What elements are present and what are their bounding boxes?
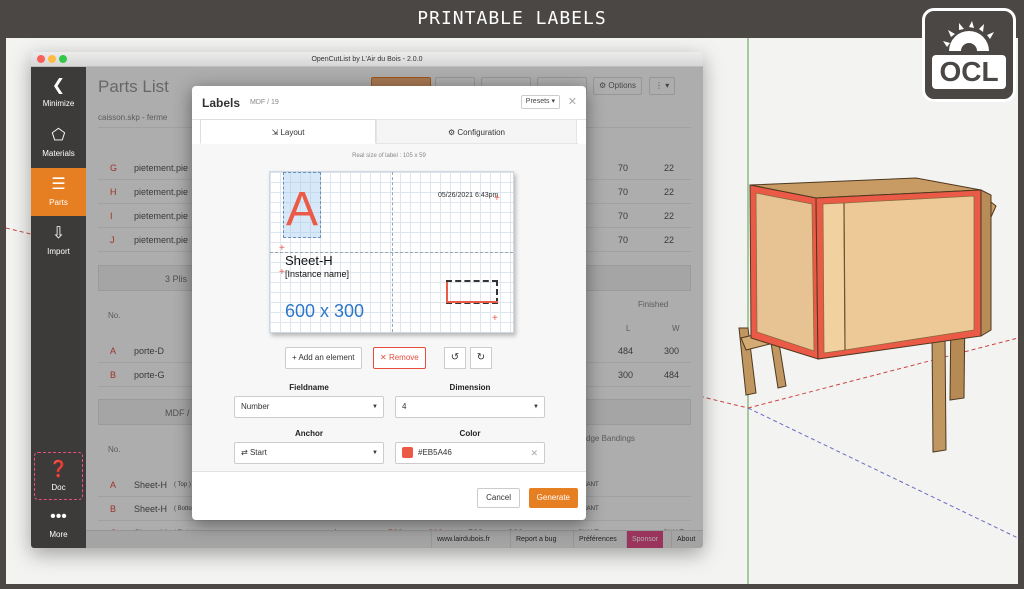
caret-down-icon: ▼ <box>533 404 539 410</box>
remove-element-button[interactable]: ✕ Remove <box>373 347 426 369</box>
button-label: Add an element <box>298 353 355 362</box>
dimension-select[interactable]: 4 ▼ <box>395 396 545 418</box>
clear-icon[interactable]: ✕ <box>530 443 538 463</box>
rotate-right-button[interactable]: ↻ <box>470 347 492 369</box>
tab-label: Layout <box>280 128 305 137</box>
sidebar-item-label: More <box>49 530 68 539</box>
sidebar-item-import[interactable]: ⇩ Import <box>31 217 86 265</box>
sidebar-item-label: Parts <box>49 198 68 207</box>
label-preview[interactable]: A 05/26/2021 6:43pm Sheet-H [Instance na… <box>269 171 514 333</box>
dialog-footer: Cancel Generate <box>192 472 586 520</box>
sidebar-item-minimize[interactable]: ❮ Minimize <box>31 69 86 117</box>
sidebar-item-parts[interactable]: ☰ Parts <box>31 168 86 216</box>
sidebar-item-label: Minimize <box>42 99 75 108</box>
real-size-caption: Real size of label : 105 x 59 <box>352 153 426 159</box>
window-titlebar: OpenCutList by L'Air du Bois - 2.0.0 <box>31 52 703 67</box>
window-title: OpenCutList by L'Air du Bois - 2.0.0 <box>311 56 423 63</box>
label-instance-name[interactable]: [Instance name] <box>285 269 349 279</box>
banner-title: PRINTABLE LABELS <box>417 8 607 29</box>
color-value: #EB5A46 <box>418 448 452 457</box>
label-number[interactable]: A <box>286 182 318 237</box>
select-value: Start <box>249 448 267 457</box>
sidebar-item-doc[interactable]: ❓ Doc <box>34 452 83 500</box>
more-icon: ••• <box>50 508 67 525</box>
anchor-plus-icon: + <box>279 267 285 278</box>
rotate-left-button[interactable]: ↺ <box>444 347 466 369</box>
add-element-button[interactable]: + Add an element <box>285 347 362 369</box>
label-dimensions[interactable]: 600 x 300 <box>285 301 364 322</box>
presets-dropdown[interactable]: Presets ▾ <box>520 95 560 109</box>
anchor-label: Anchor <box>295 429 323 438</box>
close-icon[interactable]: ✕ <box>568 95 577 108</box>
color-label: Color <box>459 429 481 438</box>
remove-icon: ✕ <box>380 353 389 362</box>
dimension-label: Dimension <box>449 383 491 392</box>
anchor-select[interactable]: ⇄ Start ▼ <box>234 442 384 464</box>
edge-marker <box>446 301 498 303</box>
select-value: 4 <box>402 402 407 411</box>
sidebar-item-label: Doc <box>51 483 66 492</box>
logo-text: OCL <box>932 55 1006 89</box>
tab-configuration[interactable]: ⚙ Configuration <box>376 119 577 144</box>
button-label: Remove <box>388 353 419 362</box>
import-icon: ⇩ <box>51 225 66 242</box>
dialog-body: Real size of label : 105 x 59 A 05/26/20… <box>192 144 586 472</box>
parts-list-icon: ☰ <box>51 176 66 193</box>
fieldname-select[interactable]: Number ▼ <box>234 396 384 418</box>
close-window-button[interactable] <box>37 55 45 63</box>
caret-down-icon: ▼ <box>372 450 378 456</box>
label-date[interactable]: 05/26/2021 6:43pm <box>438 192 498 199</box>
dialog-tabs: ⇲ Layout ⚙ Configuration <box>200 119 578 144</box>
tab-label: Configuration <box>457 128 505 137</box>
dialog-title: Labels <box>202 96 241 110</box>
cancel-button[interactable]: Cancel <box>477 488 520 508</box>
zoom-window-button[interactable] <box>59 55 67 63</box>
anchor-plus-icon: + <box>492 313 498 324</box>
saw-blade-icon <box>943 21 994 51</box>
color-swatch[interactable] <box>402 447 413 459</box>
materials-icon: ⬠ <box>51 127 66 144</box>
anchor-icon: ⇄ <box>241 448 250 457</box>
dialog-subtitle: MDF / 19 <box>250 99 279 106</box>
anchor-plus-icon: + <box>279 243 285 254</box>
rotate-right-icon: ↻ <box>476 352 486 363</box>
ocl-logo: OCL <box>922 8 1016 102</box>
sidebar: ❮ Minimize ⬠ Materials ☰ Parts ⇩ Import … <box>31 67 86 548</box>
sidebar-item-label: Materials <box>42 149 75 158</box>
gear-icon: ⚙ <box>448 128 458 137</box>
labels-dialog: Labels MDF / 19 Presets ▾ ✕ ⇲ Layout ⚙ C… <box>192 86 586 520</box>
select-value: Number <box>241 402 270 411</box>
chevron-left-icon: ❮ <box>51 77 66 94</box>
sidebar-item-more[interactable]: ••• More <box>31 500 86 548</box>
sidebar-item-materials[interactable]: ⬠ Materials <box>31 119 86 167</box>
fieldname-label: Fieldname <box>289 383 329 392</box>
label-part-name[interactable]: Sheet-H <box>285 253 333 268</box>
tab-layout[interactable]: ⇲ Layout <box>200 119 376 144</box>
caret-down-icon: ▼ <box>372 404 378 410</box>
anchor-plus-icon: + <box>494 193 500 204</box>
banner: PRINTABLE LABELS <box>0 0 1024 36</box>
minimize-window-button[interactable] <box>48 55 56 63</box>
help-icon: ❓ <box>48 461 69 478</box>
dialog-header: Labels MDF / 19 Presets ▾ ✕ <box>192 86 586 120</box>
rotate-left-icon: ↺ <box>450 352 460 363</box>
generate-button[interactable]: Generate <box>528 488 578 508</box>
color-input[interactable]: #EB5A46 ✕ <box>395 442 545 464</box>
sidebar-item-label: Import <box>47 247 70 256</box>
edge-marker <box>446 282 448 302</box>
